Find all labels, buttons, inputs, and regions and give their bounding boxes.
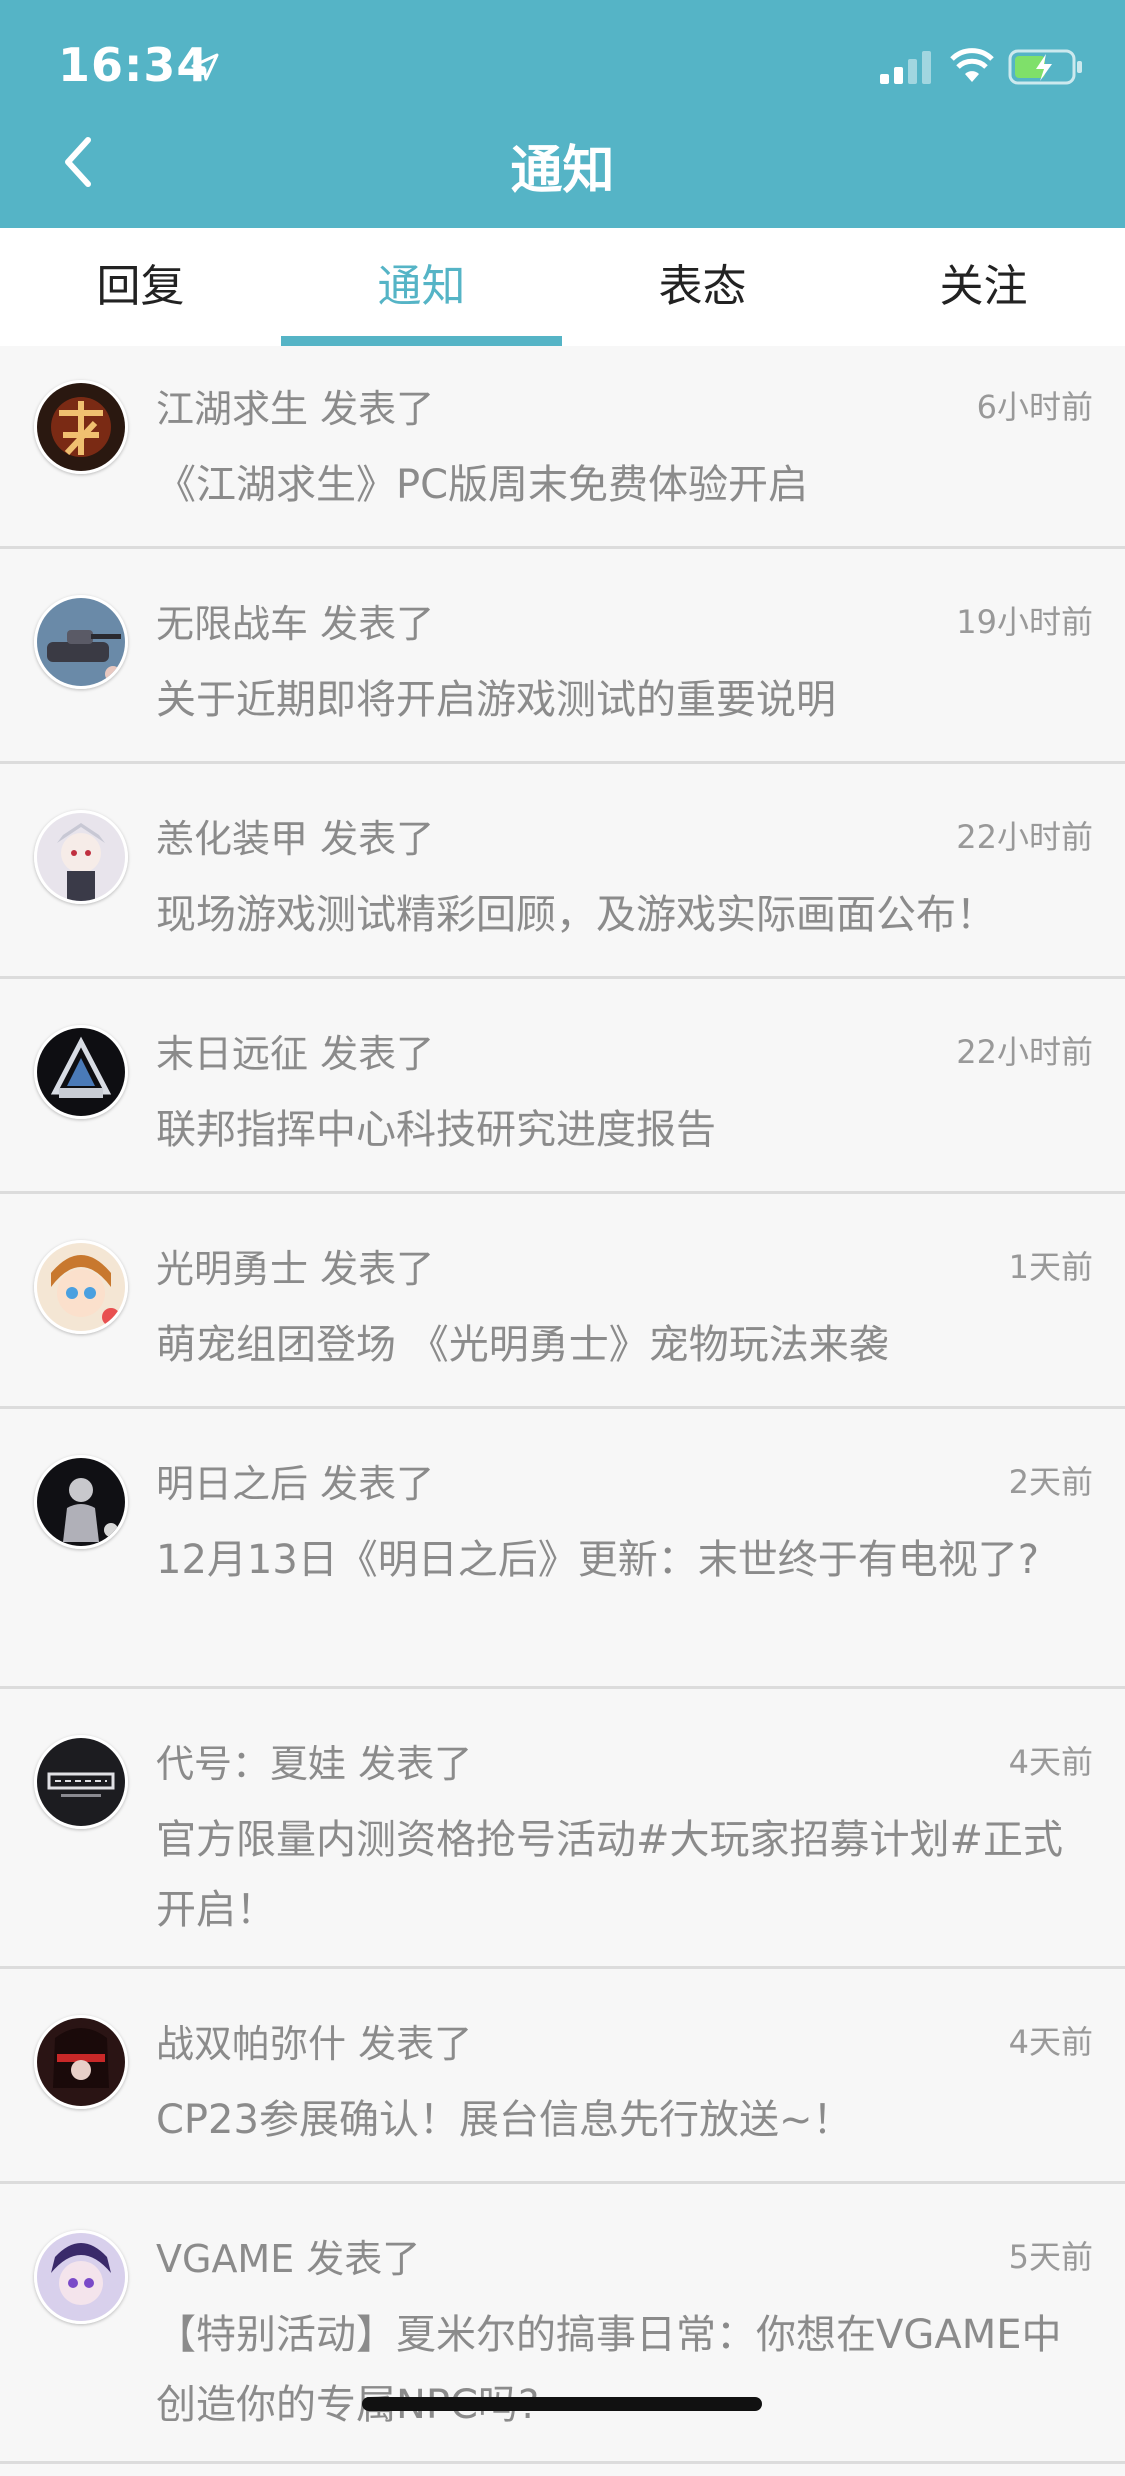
item-title: 末日远征 发表了 <box>156 1032 435 1076</box>
tab-notice[interactable]: 通知 <box>281 228 562 346</box>
item-body: 官方限量内测资格抢号活动#大玩家招募计划#正式开启！ <box>156 1817 1064 1933</box>
item-time: 5天前 <box>1008 2238 1093 2276</box>
list-item[interactable]: 明日之后 发表了 2天前 12月13日《明日之后》更新：末世终于有电视了? <box>0 1421 1125 1689</box>
tank-avatar <box>34 595 128 689</box>
active-tab-indicator <box>281 336 562 346</box>
battery-charging-icon <box>1008 49 1082 85</box>
location-arrow-icon <box>191 53 219 81</box>
item-time: 19小时前 <box>956 603 1093 641</box>
list-item[interactable]: 光明勇士 发表了 1天前 萌宠组团登场 《光明勇士》宠物玩法来袭 <box>0 1206 1125 1409</box>
item-body: 联邦指挥中心科技研究进度报告 <box>156 1107 716 1153</box>
list-item[interactable]: 末日远征 发表了 22小时前 联邦指挥中心科技研究进度报告 <box>0 991 1125 1194</box>
list-item[interactable]: 江湖求生 发表了 6小时前 《江湖求生》PC版周末免费体验开启 <box>0 346 1125 549</box>
tomorrow-avatar <box>34 1455 128 1549</box>
item-title: 江湖求生 发表了 <box>156 387 435 431</box>
list-item[interactable]: 战双帕弥什 发表了 4天前 CP23参展确认！展台信息先行放送~！ <box>0 1981 1125 2184</box>
eve-avatar <box>34 1735 128 1829</box>
wifi-icon <box>950 48 994 82</box>
tab-follow[interactable]: 关注 <box>843 228 1124 346</box>
hero-avatar <box>34 1240 128 1334</box>
item-time: 22小时前 <box>956 1033 1093 1071</box>
status-time: 16:34 <box>58 38 210 92</box>
vgame-avatar <box>34 2230 128 2324</box>
item-body: CP23参展确认！展台信息先行放送~！ <box>156 2097 853 2143</box>
list-item[interactable]: 恙化装甲 发表了 22小时前 现场游戏测试精彩回顾，及游戏实际画面公布！ <box>0 776 1125 979</box>
item-title: VGAME 发表了 <box>156 2237 421 2281</box>
home-indicator <box>362 2397 762 2411</box>
item-title: 恙化装甲 发表了 <box>156 817 435 861</box>
item-title: 光明勇士 发表了 <box>156 1247 435 1291</box>
item-time: 4天前 <box>1008 1743 1093 1781</box>
list-item[interactable]: VGAME 发表了 5天前 【特别活动】夏米尔的搞事日常：你想在VGAME中创造… <box>0 2196 1125 2464</box>
item-body: 【特别活动】夏米尔的搞事日常：你想在VGAME中创造你的专属NPC吗? <box>156 2312 1062 2428</box>
navigation-bar: 16:34 通知 <box>0 0 1125 228</box>
item-body: 萌宠组团登场 《光明勇士》宠物玩法来袭 <box>156 1322 889 1368</box>
amg-avatar <box>34 1025 128 1119</box>
item-body: 关于近期即将开启游戏测试的重要说明 <box>156 677 836 723</box>
page-title: 通知 <box>510 141 615 201</box>
item-body: 现场游戏测试精彩回顾，及游戏实际画面公布！ <box>156 892 996 938</box>
item-time: 4天前 <box>1008 2023 1093 2061</box>
item-title: 代号：夏娃 发表了 <box>156 1742 473 1786</box>
item-body: 12月13日《明日之后》更新：末世终于有电视了? <box>156 1537 1040 1583</box>
armor-girl-avatar <box>34 810 128 904</box>
item-body: 《江湖求生》PC版周末免费体验开启 <box>156 462 809 508</box>
item-title: 战双帕弥什 发表了 <box>156 2022 473 2066</box>
jianghu-avatar <box>34 380 128 474</box>
tab-bar: 回复 通知 表态 关注 <box>0 228 1125 348</box>
list-item[interactable]: 代号：夏娃 发表了 4天前 官方限量内测资格抢号活动#大玩家招募计划#正式开启！ <box>0 1701 1125 1969</box>
item-time: 1天前 <box>1008 1248 1093 1286</box>
item-title: 明日之后 发表了 <box>156 1462 435 1506</box>
item-time: 22小时前 <box>956 818 1093 856</box>
item-time: 6小时前 <box>976 388 1093 426</box>
notification-list: 江湖求生 发表了 6小时前 《江湖求生》PC版周末免费体验开启 无限战车 发表了… <box>0 346 1125 2476</box>
punishing-avatar <box>34 2015 128 2109</box>
item-time: 2天前 <box>1008 1463 1093 1501</box>
tab-reply[interactable]: 回复 <box>0 228 281 346</box>
tab-reaction[interactable]: 表态 <box>562 228 843 346</box>
signal-icon <box>880 51 931 84</box>
item-title: 无限战车 发表了 <box>156 602 435 646</box>
list-item[interactable]: 无限战车 发表了 19小时前 关于近期即将开启游戏测试的重要说明 <box>0 561 1125 764</box>
